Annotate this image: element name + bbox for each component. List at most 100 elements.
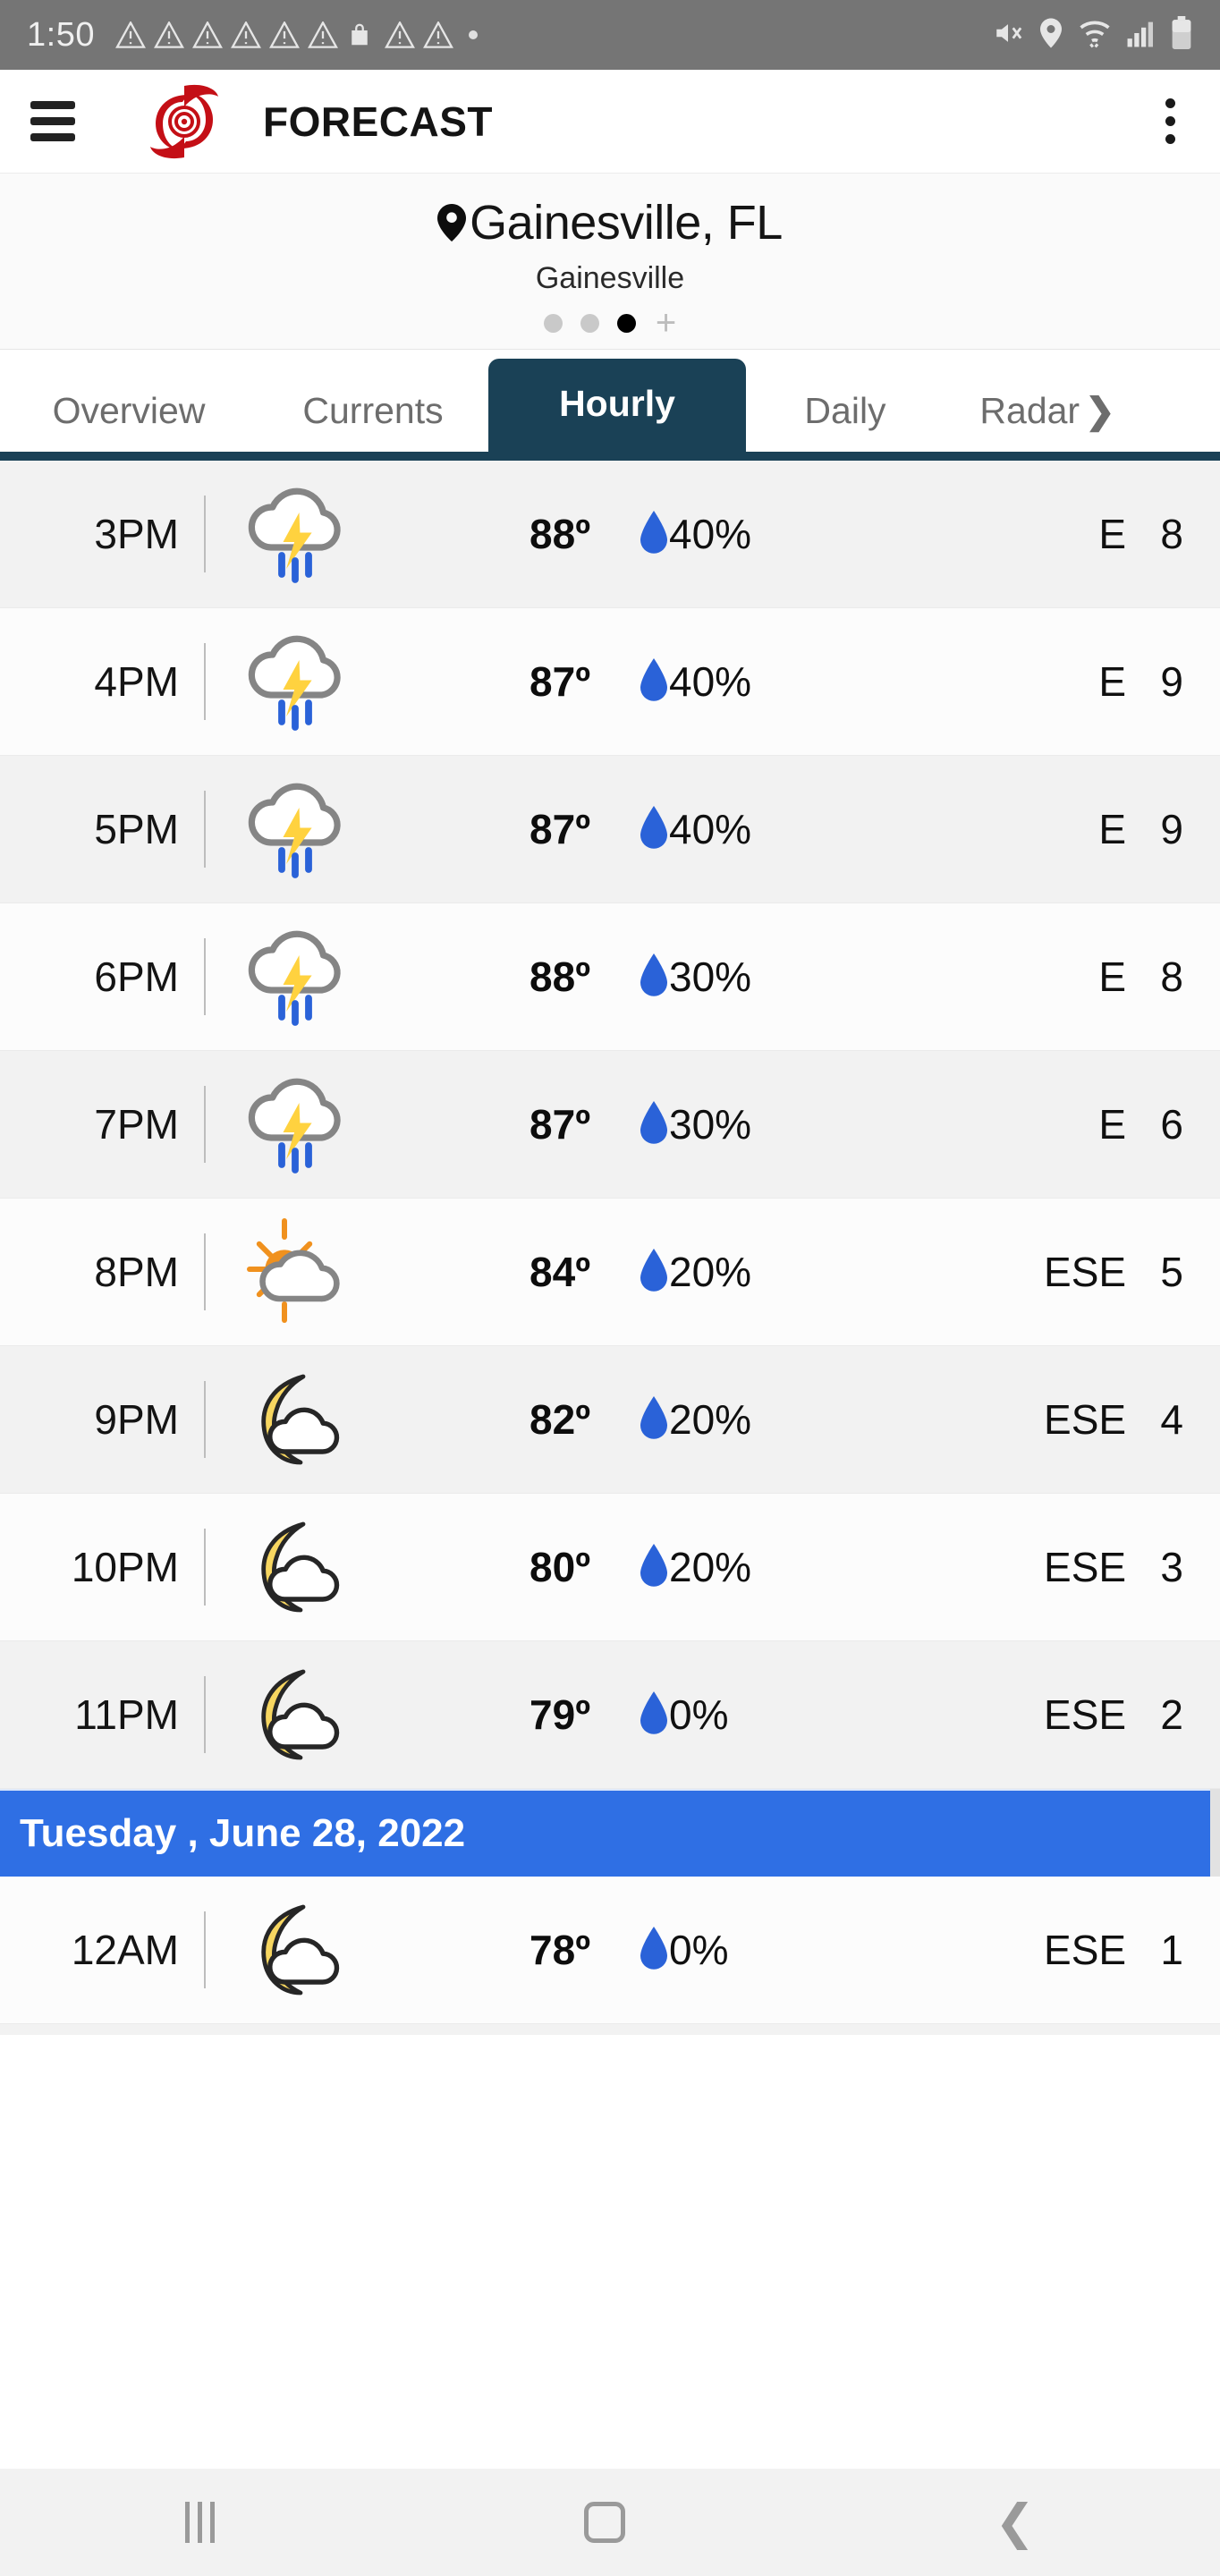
row-temperature: 84º [530,1249,590,1295]
location-icon [1038,17,1064,54]
moon-behind-cloud-icon [206,1508,385,1626]
table-row[interactable]: 4PM 87º 40% E 9 [0,608,1220,756]
date-separator: Tuesday , June 28, 2022 [0,1789,1220,1877]
water-droplet-icon [640,953,667,1001]
row-temperature: 82º [530,1396,590,1443]
hourly-list[interactable]: 3PM 88º 40% E 8 4PM 87º 40% E 9 5PM 87º … [0,461,1220,2035]
back-icon[interactable]: ❮ [995,2498,1035,2546]
water-droplet-icon [640,1248,667,1296]
mute-icon [991,18,1025,53]
hurricane-logo [145,79,224,165]
tab-currents[interactable]: Currents [258,374,488,452]
app-screen: 1:50 FORECAST Gainesville, FL Gainesvill… [0,0,1220,2576]
row-time: 6PM [94,953,179,1000]
row-wind: E 8 [1098,953,1183,1000]
row-precip-value: 30% [669,953,752,1000]
status-bar-left: 1:50 [27,16,991,55]
row-time: 8PM [94,1249,179,1295]
tab-daily[interactable]: Daily [746,374,945,452]
thunderstorm-icon [206,475,385,593]
row-precip-value: 0% [669,1691,729,1738]
pager-dot-1[interactable] [543,314,563,333]
location-title: Gainesville, FL [470,196,783,250]
row-temperature: 78º [530,1927,590,1973]
tab-hourly[interactable]: Hourly [488,359,746,452]
row-time: 7PM [94,1101,179,1148]
location-header[interactable]: Gainesville, FL [0,195,1220,250]
pager-dot-3[interactable] [616,314,636,333]
dot-icon [468,30,478,39]
moon-behind-cloud-icon [206,1360,385,1479]
row-time: 10PM [71,1544,179,1590]
row-precip: 0% [590,1926,805,1974]
table-row[interactable]: 5PM 87º 40% E 9 [0,756,1220,903]
sun-behind-cloud-icon [206,1213,385,1331]
row-wind: ESE 3 [1044,1544,1183,1590]
status-bar-clock: 1:50 [27,15,95,54]
kebab-menu-icon[interactable] [1150,98,1190,144]
row-temperature: 80º [530,1544,590,1590]
row-wind: E 9 [1098,658,1183,705]
row-temperature: 87º [530,1101,590,1148]
row-precip-value: 20% [669,1396,752,1443]
row-precip-value: 40% [669,511,752,557]
table-row[interactable]: 6PM 88º 30% E 8 [0,903,1220,1051]
status-bar-right [991,15,1193,55]
tab-radar-label: Radar [979,390,1080,431]
warning-icon [308,21,338,48]
row-wind: ESE 5 [1044,1249,1183,1295]
row-precip: 40% [590,657,805,706]
row-precip: 20% [590,1543,805,1591]
warning-icon [423,21,453,48]
table-row[interactable]: 9PM 82º 20% ESE 4 [0,1346,1220,1494]
row-time: 12AM [71,1927,179,1973]
app-bar: FORECAST [0,70,1220,174]
signal-icon [1125,18,1157,53]
thunderstorm-icon [206,1065,385,1183]
moon-behind-cloud-icon [206,1891,385,2009]
row-precip: 20% [590,1395,805,1444]
table-row[interactable]: 11PM 79º 0% ESE 2 [0,1641,1220,1789]
water-droplet-icon [640,510,667,558]
water-droplet-icon [640,1395,667,1444]
warning-icon [269,21,300,48]
row-temperature: 88º [530,511,590,557]
table-row[interactable]: 7PM 87º 30% E 6 [0,1051,1220,1199]
row-wind: E 8 [1098,511,1183,557]
thunderstorm-icon [206,623,385,741]
tab-radar[interactable]: Radar ❯ [945,374,1150,452]
table-row[interactable]: 3PM 88º 40% E 8 [0,461,1220,608]
table-row[interactable]: 12AM 78º 0% ESE 1 [0,1877,1220,2024]
location-pager[interactable]: + [0,305,1220,341]
row-precip-value: 20% [669,1544,752,1590]
row-precip-value: 20% [669,1249,752,1295]
chevron-right-icon[interactable]: ❯ [1085,391,1115,432]
moon-behind-cloud-icon [206,1656,385,1774]
row-precip: 20% [590,1248,805,1296]
pager-dot-2[interactable] [580,314,599,333]
system-nav-bar: ❮ [0,2469,1220,2576]
table-row[interactable]: 10PM 80º 20% ESE 3 [0,1494,1220,1641]
shopping-bag-icon [346,21,377,48]
home-icon[interactable] [583,2502,625,2543]
table-row[interactable]: 8PM 84º 20% ESE 5 [0,1199,1220,1346]
status-bar: 1:50 [0,0,1220,70]
map-pin-icon [437,204,467,242]
water-droplet-icon [640,657,667,706]
recents-icon[interactable] [184,2502,215,2543]
row-precip: 40% [590,510,805,558]
add-location-button[interactable]: + [656,305,676,341]
row-precip: 0% [590,1690,805,1739]
hamburger-icon[interactable] [30,101,75,141]
location-subtitle: Gainesville [535,261,685,295]
battery-icon [1170,15,1193,55]
tab-overview[interactable]: Overview [0,374,258,452]
thunderstorm-icon [206,770,385,888]
row-precip-value: 30% [669,1101,752,1148]
water-droplet-icon [640,805,667,853]
row-precip: 40% [590,805,805,853]
table-row-partial[interactable] [0,2024,1220,2035]
row-wind: ESE 2 [1044,1691,1183,1738]
location-panel: Gainesville, FL Gainesville + [0,174,1220,350]
row-time: 11PM [74,1691,179,1738]
